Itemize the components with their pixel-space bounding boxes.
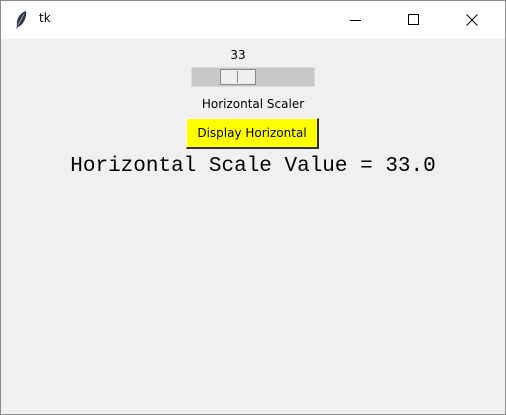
client-area: 33 Horizontal Scaler Display Horizontal … (1, 39, 505, 414)
feather-icon (13, 10, 29, 30)
scale-slider-handle[interactable] (220, 69, 256, 85)
close-icon (466, 14, 478, 26)
result-label: Horizontal Scale Value = 33.0 (70, 155, 436, 178)
window-title: tk (39, 11, 51, 25)
minimize-button[interactable] (333, 1, 379, 39)
minimize-icon (350, 20, 361, 21)
scale-value-label: 33 (230, 48, 246, 62)
scale-label: Horizontal Scaler (201, 97, 305, 111)
title-bar[interactable]: tk (1, 1, 505, 39)
app-window: tk 33 Horizontal Scaler Display Horizont… (0, 0, 506, 415)
horizontal-scale[interactable] (191, 67, 315, 87)
maximize-button[interactable] (391, 1, 437, 39)
slider-grip-line (237, 71, 238, 83)
close-button[interactable] (449, 1, 495, 39)
display-horizontal-button[interactable]: Display Horizontal (186, 118, 319, 149)
maximize-icon (408, 14, 419, 25)
